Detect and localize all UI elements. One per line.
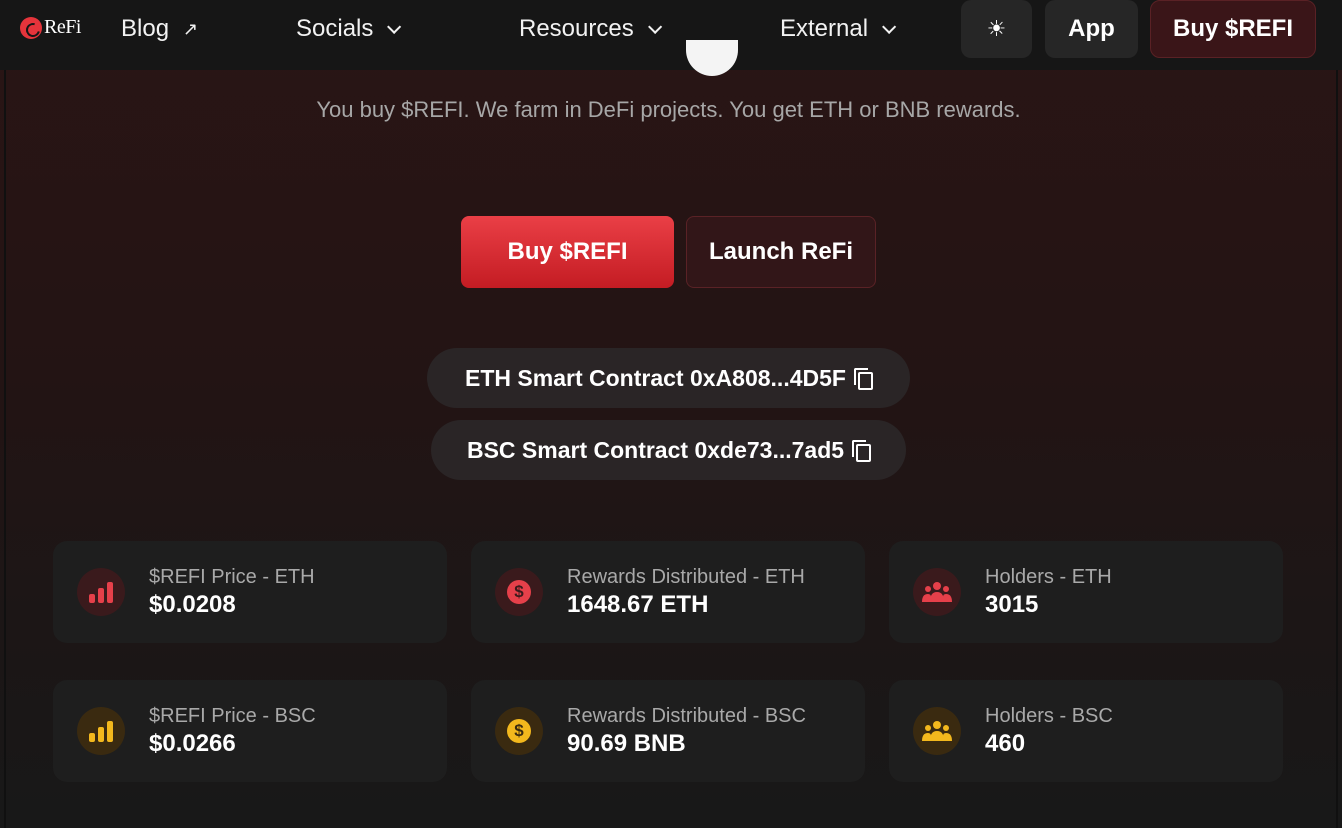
theme-toggle-button[interactable]: ☀: [961, 0, 1032, 58]
stat-card-holders-eth: Holders - ETH 3015: [889, 541, 1283, 643]
chevron-down-icon: [647, 19, 662, 34]
stat-label: Rewards Distributed - BSC: [567, 705, 806, 727]
stat-label: Rewards Distributed - ETH: [567, 566, 805, 588]
copy-icon[interactable]: [853, 368, 873, 390]
nav-resources-label: Resources: [519, 15, 634, 42]
bar-chart-icon: [89, 720, 113, 742]
stat-label: Holders - ETH: [985, 566, 1112, 588]
nav-socials-label: Socials: [296, 15, 374, 42]
top-navbar: ReFi Blog ↗ Socials Resources External ☀…: [0, 0, 1342, 70]
external-arrow-icon: ↗: [183, 18, 199, 39]
stat-badge: [77, 707, 125, 755]
stat-value: 90.69 BNB: [567, 730, 686, 757]
stat-label: $REFI Price - BSC: [149, 705, 316, 727]
hero-logo-shape: [686, 40, 738, 76]
stat-value: $0.0266: [149, 730, 236, 757]
stat-badge: $: [495, 707, 543, 755]
chevron-down-icon: [882, 19, 897, 34]
users-icon: [922, 721, 952, 741]
refi-logo-icon: [20, 16, 42, 39]
dollar-coin-icon: $: [507, 719, 531, 743]
launch-refi-button[interactable]: Launch ReFi: [686, 216, 876, 288]
nav-external-label: External: [780, 15, 869, 42]
nav-blog-link[interactable]: Blog ↗: [121, 14, 198, 44]
sun-icon: ☀: [986, 16, 1007, 41]
nav-external-dropdown[interactable]: External: [780, 14, 897, 44]
hero-tagline: You buy $REFI. We farm in DeFi projects.…: [316, 97, 1021, 122]
nav-buy-refi-button[interactable]: Buy $REFI: [1150, 0, 1316, 58]
hero-buy-refi-button[interactable]: Buy $REFI: [461, 216, 674, 288]
stat-card-price-eth: $REFI Price - ETH $0.0208: [53, 541, 447, 643]
refi-logo[interactable]: ReFi: [20, 16, 81, 39]
eth-contract-pill[interactable]: ETH Smart Contract 0xA808...4D5F: [427, 348, 910, 408]
users-icon: [922, 582, 952, 602]
stat-value: 460: [985, 730, 1026, 757]
dollar-coin-icon: $: [507, 580, 531, 604]
stat-value: 1648.67 ETH: [567, 591, 709, 618]
copy-icon[interactable]: [852, 440, 872, 462]
stat-badge: [913, 707, 961, 755]
logo-text: ReFi: [44, 16, 81, 38]
nav-socials-dropdown[interactable]: Socials: [296, 14, 402, 44]
stat-label: Holders - BSC: [985, 705, 1113, 727]
bar-chart-icon: [89, 581, 113, 603]
stat-card-rewards-eth: $ Rewards Distributed - ETH 1648.67 ETH: [471, 541, 865, 643]
stat-card-price-bsc: $REFI Price - BSC $0.0266: [53, 680, 447, 782]
stat-badge: $: [495, 568, 543, 616]
stat-value: $0.0208: [149, 591, 236, 618]
nav-resources-dropdown[interactable]: Resources: [519, 14, 662, 44]
app-button[interactable]: App: [1045, 0, 1138, 58]
stat-badge: [77, 568, 125, 616]
stat-card-holders-bsc: Holders - BSC 460: [889, 680, 1283, 782]
left-edge-line: [4, 70, 6, 828]
stat-card-rewards-bsc: $ Rewards Distributed - BSC 90.69 BNB: [471, 680, 865, 782]
page: ReFi Blog ↗ Socials Resources External ☀…: [0, 0, 1342, 828]
chevron-down-icon: [387, 19, 402, 34]
stat-label: $REFI Price - ETH: [149, 566, 315, 588]
stat-value: 3015: [985, 591, 1039, 618]
nav-blog-label: Blog: [121, 15, 170, 42]
right-edge-line: [1336, 70, 1338, 828]
bsc-contract-text: BSC Smart Contract 0xde73...7ad5: [466, 436, 845, 463]
eth-contract-text: ETH Smart Contract 0xA808...4D5F: [465, 364, 846, 391]
stat-badge: [913, 568, 961, 616]
bsc-contract-pill[interactable]: BSC Smart Contract 0xde73...7ad5: [431, 420, 906, 480]
